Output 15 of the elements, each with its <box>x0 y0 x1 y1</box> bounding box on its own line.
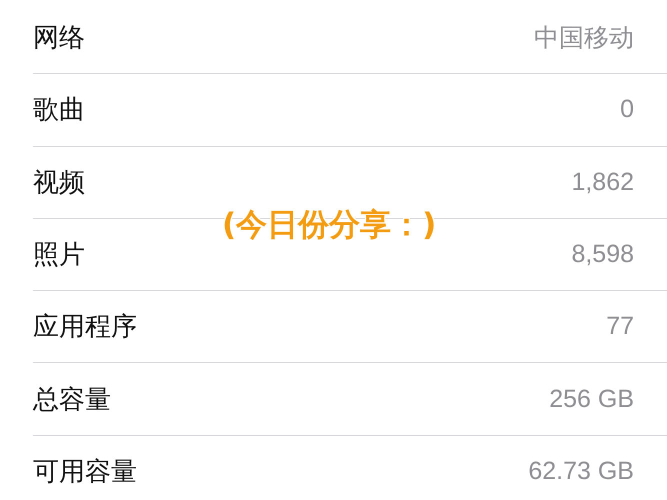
row-label: 网络 <box>33 22 85 56</box>
row-value: 中国移动 <box>534 23 634 54</box>
row-label: 视频 <box>33 166 85 200</box>
row-value: 0 <box>620 95 634 124</box>
row-label: 照片 <box>33 239 85 272</box>
row-label: 可用容量 <box>33 456 137 489</box>
row-label: 歌曲 <box>33 94 85 128</box>
row-label: 应用程序 <box>33 311 137 344</box>
row-value: 62.73 GB <box>528 456 634 486</box>
row-value: 8,598 <box>571 240 634 270</box>
overlay-caption: (今日份分享：) <box>222 206 436 245</box>
row-value: 256 GB <box>549 384 634 414</box>
row-label: 总容量 <box>33 384 111 417</box>
row-value: 1,862 <box>571 168 634 197</box>
row-value: 77 <box>606 312 634 342</box>
